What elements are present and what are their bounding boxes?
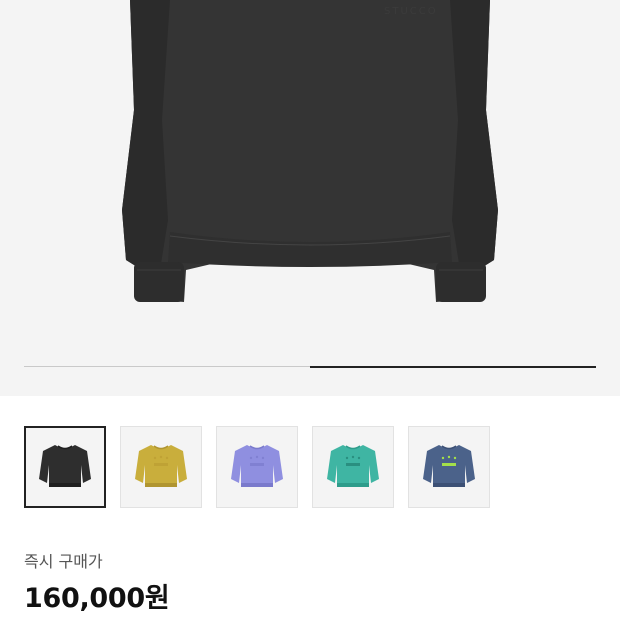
color-thumbnail-list xyxy=(24,426,596,510)
sweatshirt-icon xyxy=(327,445,379,487)
carousel-progress-track xyxy=(24,365,596,368)
instant-buy-price: 160,000원 xyxy=(24,583,170,614)
sweatshirt-icon xyxy=(423,445,475,487)
instant-buy-price-label: 즉시 구매가 xyxy=(24,552,103,571)
product-main-image: STUCCO xyxy=(122,0,498,302)
color-thumbnail-lavender[interactable] xyxy=(216,426,298,508)
sweatshirt-icon xyxy=(135,445,187,487)
color-thumbnail-charcoal[interactable] xyxy=(24,426,106,508)
color-thumbnail-teal[interactable] xyxy=(312,426,394,508)
color-thumbnail-mustard[interactable] xyxy=(120,426,202,508)
sweatshirt-icon xyxy=(39,445,91,487)
product-image-carousel[interactable]: STUCCO xyxy=(0,0,620,396)
sweatshirt-icon xyxy=(231,445,283,487)
carousel-progress-indicator xyxy=(310,365,596,368)
hero-logo-print: STUCCO xyxy=(384,6,438,17)
color-thumbnail-navy[interactable] xyxy=(408,426,490,508)
